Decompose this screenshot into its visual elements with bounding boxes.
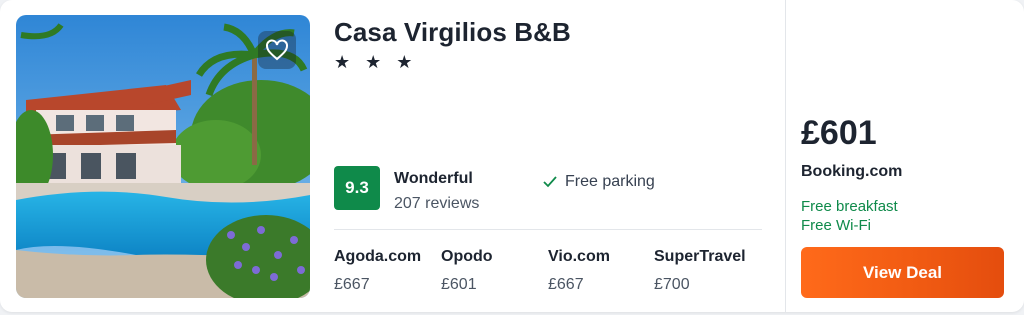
heart-outline-icon [266,39,288,61]
deal-site-name: Booking.com [801,163,903,180]
provider-name: Opodo [441,248,493,265]
provider-offer[interactable]: Vio.com £667 [548,248,610,294]
provider-price: £700 [654,276,690,293]
provider-price: £667 [548,276,584,293]
deal-perks: Free breakfast Free Wi-Fi [801,197,898,235]
review-count[interactable]: 207 reviews [394,195,479,213]
perk-free-breakfast: Free breakfast [801,198,898,215]
provider-name: Vio.com [548,248,610,265]
hotel-photo[interactable] [16,15,310,298]
hotel-result-card[interactable]: Casa Virgilios B&B ★ ★ ★ 9.3 Wonderful 2… [0,0,1024,312]
provider-name: SuperTravel [654,248,746,265]
star-rating: ★ ★ ★ [334,52,418,72]
perk-free-wifi: Free Wi-Fi [801,217,871,234]
provider-price: £601 [441,276,477,293]
hotel-name[interactable]: Casa Virgilios B&B [334,17,571,48]
provider-offer[interactable]: Opodo £601 [441,248,493,294]
best-price: £601 [801,114,877,152]
amenity-free-parking: Free parking [543,173,655,191]
favorite-button[interactable] [258,31,296,69]
provider-name: Agoda.com [334,248,422,265]
review-score-badge: 9.3 [334,166,380,210]
column-divider [785,0,786,312]
view-deal-button[interactable]: View Deal [801,247,1004,298]
rating-label: Wonderful [394,170,473,187]
amenity-label: Free parking [565,173,655,190]
provider-price: £667 [334,276,370,293]
divider [334,229,762,230]
provider-offer[interactable]: SuperTravel £700 [654,248,746,294]
provider-offer[interactable]: Agoda.com £667 [334,248,421,294]
checkmark-icon [543,176,557,188]
